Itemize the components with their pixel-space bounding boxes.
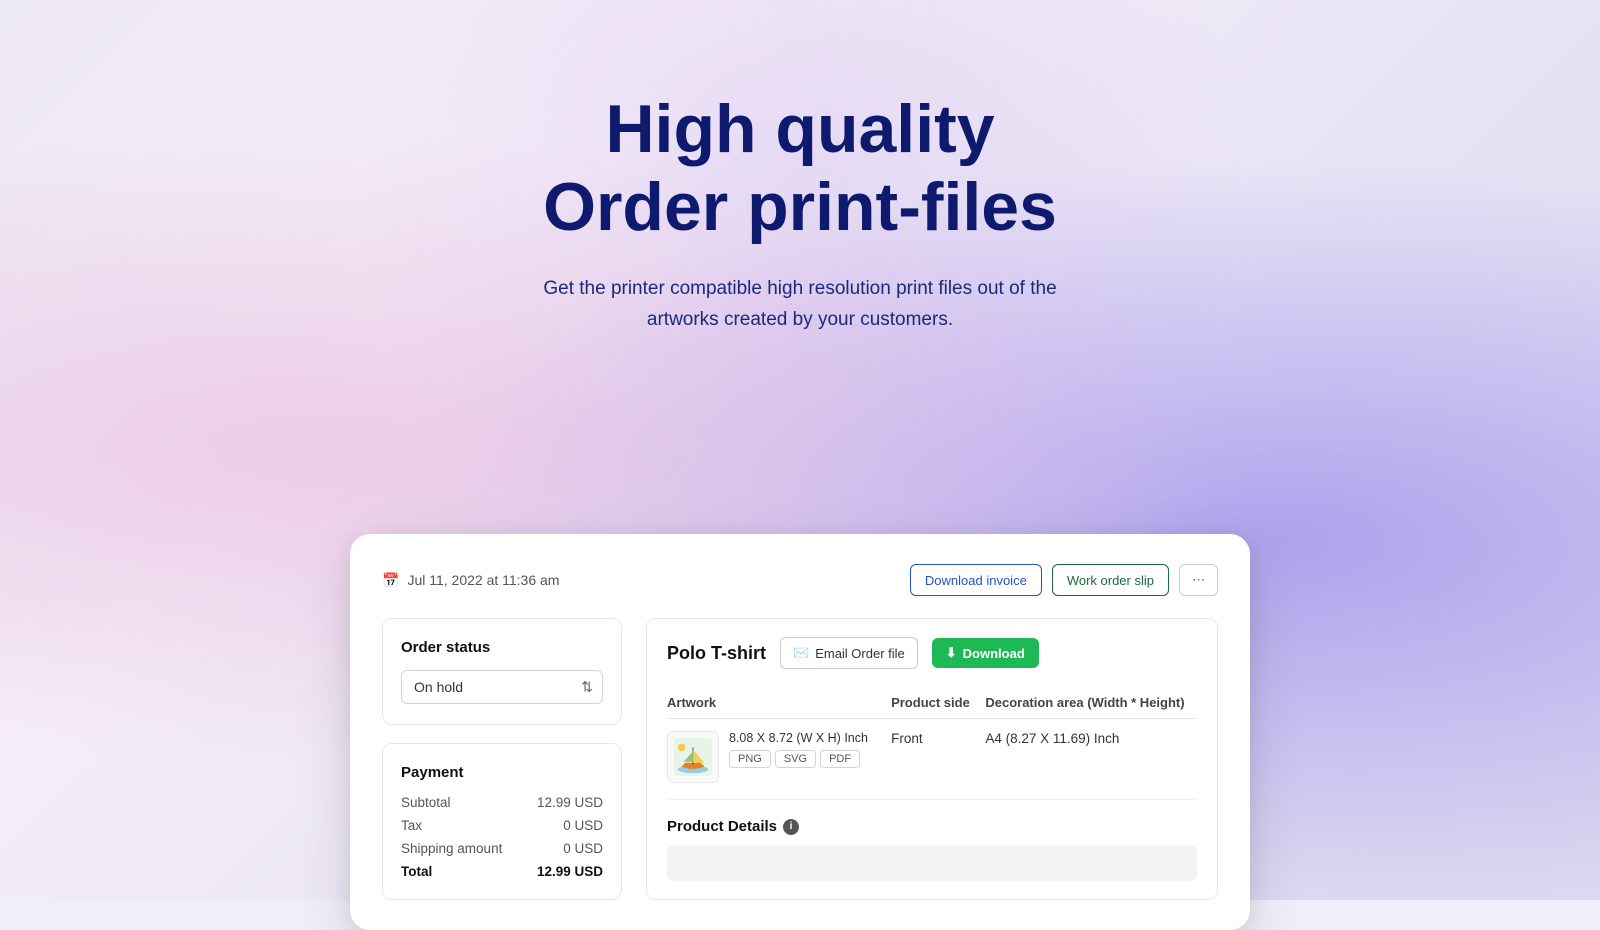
product-details-bar: [667, 845, 1197, 881]
hero-subtitle: Get the printer compatible high resoluti…: [0, 274, 1600, 335]
work-order-slip-button[interactable]: Work order slip: [1052, 564, 1169, 596]
total-label: Total: [401, 864, 432, 879]
email-order-file-button[interactable]: ✉️ Email Order file: [780, 637, 918, 669]
status-select[interactable]: On hold Processing Completed Cancelled: [401, 670, 603, 704]
email-icon: ✉️: [793, 645, 809, 661]
artwork-thumbnail: [667, 731, 719, 783]
product-details-heading: Product Details i: [667, 818, 1197, 835]
info-icon: i: [783, 819, 799, 835]
payment-box: Payment Subtotal 12.99 USD Tax 0 USD Shi…: [382, 743, 622, 900]
download-invoice-button[interactable]: Download invoice: [910, 564, 1042, 596]
product-side-cell: Front: [891, 719, 985, 800]
tax-value: 0 USD: [563, 818, 603, 833]
more-options-button[interactable]: ⋯: [1179, 564, 1218, 596]
calendar-icon: 📅: [382, 572, 399, 589]
payment-label: Payment: [401, 764, 603, 781]
product-name: Polo T-shirt: [667, 643, 766, 664]
card-header: 📅 Jul 11, 2022 at 11:36 am Download invo…: [382, 564, 1218, 596]
shipping-value: 0 USD: [563, 841, 603, 856]
payment-total-row: Total 12.99 USD: [401, 864, 603, 879]
download-print-files-button[interactable]: ⬇ Download: [932, 638, 1039, 668]
artwork-table: Artwork Product side Decoration area (Wi…: [667, 687, 1197, 800]
subtotal-value: 12.99 USD: [537, 795, 603, 810]
card-body: Order status On hold Processing Complete…: [382, 618, 1218, 900]
hero-title: High quality Order print-files: [0, 90, 1600, 246]
right-panel: Polo T-shirt ✉️ Email Order file ⬇ Downl…: [646, 618, 1218, 900]
email-btn-label: Email Order file: [815, 646, 905, 661]
pdf-badge: PDF: [820, 750, 860, 768]
table-row: 8.08 X 8.72 (W X H) Inch PNG SVG PDF Fro…: [667, 719, 1197, 800]
card-action-buttons: Download invoice Work order slip ⋯: [910, 564, 1218, 596]
subtotal-label: Subtotal: [401, 795, 451, 810]
payment-shipping-row: Shipping amount 0 USD: [401, 841, 603, 856]
hero-section: High quality Order print-files Get the p…: [0, 0, 1600, 335]
order-date: 📅 Jul 11, 2022 at 11:36 am: [382, 572, 559, 589]
file-format-badges: PNG SVG PDF: [729, 750, 868, 768]
total-value: 12.99 USD: [537, 864, 603, 879]
payment-subtotal-row: Subtotal 12.99 USD: [401, 795, 603, 810]
product-header: Polo T-shirt ✉️ Email Order file ⬇ Downl…: [667, 637, 1197, 669]
download-btn-label: Download: [963, 646, 1025, 661]
product-details-label: Product Details: [667, 818, 777, 835]
download-icon: ⬇: [946, 645, 957, 661]
order-status-label: Order status: [401, 639, 603, 656]
order-status-box: Order status On hold Processing Complete…: [382, 618, 622, 725]
sailboat-svg: [674, 738, 712, 776]
col-decoration-area: Decoration area (Width * Height): [985, 687, 1197, 719]
png-badge: PNG: [729, 750, 771, 768]
ui-card: 📅 Jul 11, 2022 at 11:36 am Download invo…: [350, 534, 1250, 930]
artwork-cell: 8.08 X 8.72 (W X H) Inch PNG SVG PDF: [667, 719, 891, 800]
status-select-wrapper: On hold Processing Completed Cancelled ⇅: [401, 670, 603, 704]
col-artwork: Artwork: [667, 687, 891, 719]
left-panel: Order status On hold Processing Complete…: [382, 618, 622, 900]
date-text: Jul 11, 2022 at 11:36 am: [407, 572, 559, 588]
col-product-side: Product side: [891, 687, 985, 719]
svg-badge: SVG: [775, 750, 816, 768]
decoration-area-cell: A4 (8.27 X 11.69) Inch: [985, 719, 1197, 800]
payment-tax-row: Tax 0 USD: [401, 818, 603, 833]
artwork-dimensions: 8.08 X 8.72 (W X H) Inch: [729, 731, 868, 745]
shipping-label: Shipping amount: [401, 841, 502, 856]
more-icon: ⋯: [1192, 572, 1205, 587]
tax-label: Tax: [401, 818, 422, 833]
